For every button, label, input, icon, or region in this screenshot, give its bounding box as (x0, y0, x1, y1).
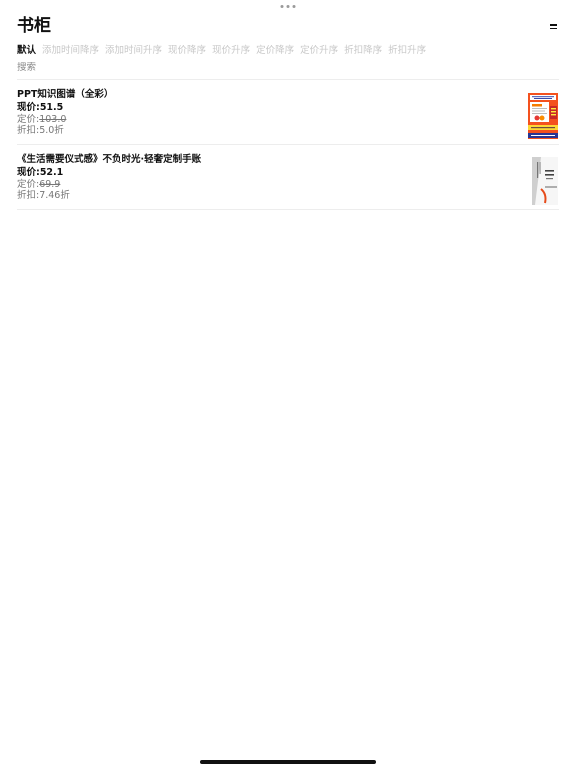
sort-option-discount-asc[interactable]: 折扣升序 (388, 45, 426, 57)
multitasking-dots-icon[interactable] (280, 5, 296, 8)
home-indicator[interactable] (200, 760, 376, 764)
sort-bar: 默认 添加时间降序 添加时间升序 现价降序 现价升序 定价降序 定价升序 折扣降… (17, 45, 566, 57)
book-list-item[interactable]: 《生活需要仪式感》不负时光·轻奢定制手账 现价:52.1 定价:69.9 折扣:… (17, 145, 559, 210)
sort-option-price-asc[interactable]: 现价升序 (212, 45, 250, 57)
book-list-price: 定价:103.0 (17, 113, 67, 125)
book-info: 《生活需要仪式感》不负时光·轻奢定制手账 现价:52.1 定价:69.9 折扣:… (17, 154, 201, 202)
page-title: 书柜 (17, 16, 51, 36)
book-title: 《生活需要仪式感》不负时光·轻奢定制手账 (17, 154, 202, 165)
book-current-price: 现价:51.5 (17, 102, 64, 113)
sort-option-list-price-asc[interactable]: 定价升序 (300, 45, 338, 57)
sort-option-discount-desc[interactable]: 折扣降序 (344, 45, 382, 57)
book-discount: 折扣:5.0折 (17, 125, 64, 136)
sort-option-price-desc[interactable]: 现价降序 (168, 45, 206, 57)
sort-option-list-price-desc[interactable]: 定价降序 (256, 45, 294, 57)
book-list-price: 定价:69.9 (17, 178, 61, 190)
sort-option-added-asc[interactable]: 添加时间升序 (105, 45, 162, 57)
book-info: PPT知识图谱（全彩） 现价:51.5 定价:103.0 折扣:5.0折 (17, 89, 113, 137)
book-title: PPT知识图谱（全彩） (17, 89, 114, 100)
book-list: PPT知识图谱（全彩） 现价:51.5 定价:103.0 折扣:5.0折 《生活… (17, 79, 559, 210)
book-current-price: 现价:52.1 (17, 167, 64, 178)
header: 书柜 (17, 16, 559, 38)
hamburger-menu-icon[interactable] (550, 24, 557, 29)
book-discount: 折扣:7.46折 (17, 190, 70, 201)
sort-option-default[interactable]: 默认 (17, 45, 36, 57)
search-input[interactable] (17, 62, 559, 74)
book-cover-orange-icon (501, 92, 559, 140)
book-list-item[interactable]: PPT知识图谱（全彩） 现价:51.5 定价:103.0 折扣:5.0折 (17, 80, 559, 145)
book-cover-white-icon (501, 157, 559, 205)
sort-option-added-desc[interactable]: 添加时间降序 (42, 45, 99, 57)
